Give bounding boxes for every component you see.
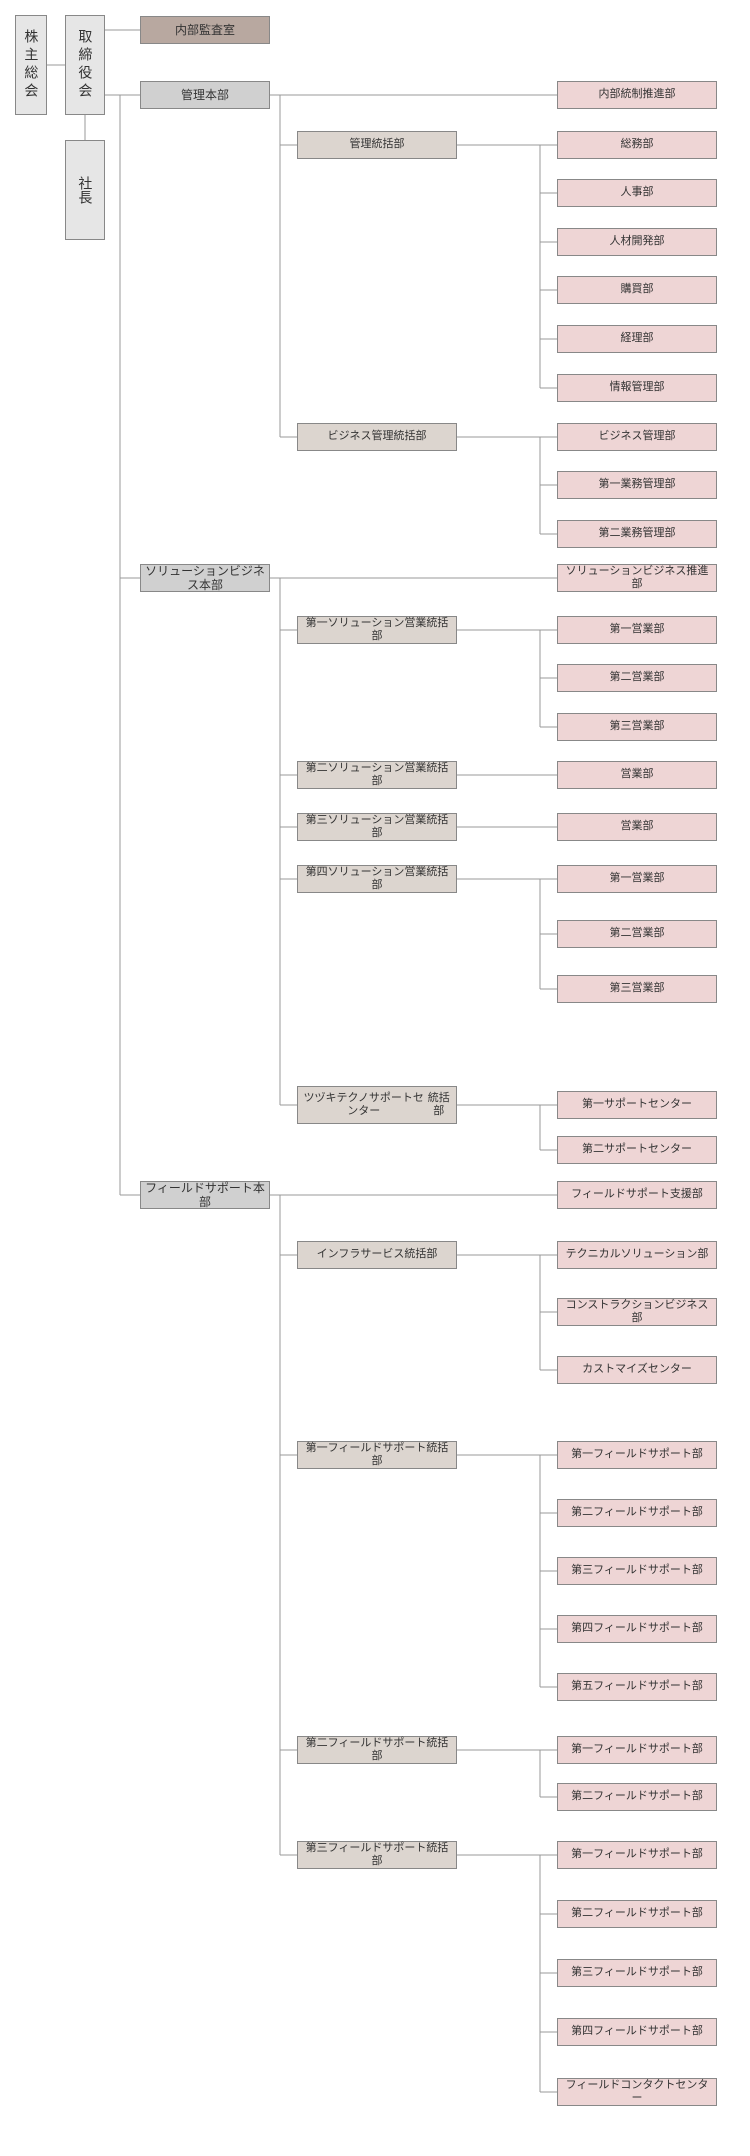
president-line2: 長 — [77, 190, 94, 204]
leaf-hr-development: 人材開発部 — [557, 228, 717, 256]
leaf-support-center1: 第一サポートセンター — [557, 1091, 717, 1119]
node-board-of-directors: 取締役会 — [65, 15, 105, 115]
node-field-support3-div: 第三フィールドサポート統括部 — [297, 1841, 457, 1869]
org-chart: 株主総会 取締役会 社 長 内部監査室 管理本部 ソリューションビジネス本部 フ… — [0, 0, 750, 2156]
node-solution3-div: 第三ソリューション営業統括部 — [297, 813, 457, 841]
tsuzuki-l1: ツヅキテクノサポートセンター — [302, 1092, 425, 1118]
leaf-info-mgmt: 情報管理部 — [557, 374, 717, 402]
leaf-sales2: 第二営業部 — [557, 664, 717, 692]
leaf-construction-biz: コンストラクションビジネス部 — [557, 1298, 717, 1326]
president-line1: 社 — [77, 176, 94, 190]
leaf-purchasing: 購買部 — [557, 276, 717, 304]
leaf-ops-mgmt1: 第一業務管理部 — [557, 471, 717, 499]
leaf-support-center2: 第二サポートセンター — [557, 1136, 717, 1164]
leaf-fs3-4: 第四フィールドサポート部 — [557, 2018, 717, 2046]
leaf-sol4-sales2: 第二営業部 — [557, 920, 717, 948]
leaf-ops-mgmt2: 第二業務管理部 — [557, 520, 717, 548]
leaf-fs2-1: 第一フィールドサポート部 — [557, 1736, 717, 1764]
tsuzuki-l2: 統括部 — [425, 1092, 452, 1118]
node-solution-hq: ソリューションビジネス本部 — [140, 564, 270, 592]
leaf-fs2-2: 第二フィールドサポート部 — [557, 1783, 717, 1811]
leaf-fs3-2: 第二フィールドサポート部 — [557, 1900, 717, 1928]
node-admin-general-div: 管理統括部 — [297, 131, 457, 159]
leaf-accounting: 経理部 — [557, 325, 717, 353]
leaf-fs1-2: 第二フィールドサポート部 — [557, 1499, 717, 1527]
leaf-biz-mgmt: ビジネス管理部 — [557, 423, 717, 451]
node-solution2-div: 第二ソリューション営業統括部 — [297, 761, 457, 789]
node-admin-hq: 管理本部 — [140, 81, 270, 109]
leaf-sol4-sales1: 第一営業部 — [557, 865, 717, 893]
leaf-sol2-sales: 営業部 — [557, 761, 717, 789]
node-solution1-div: 第一ソリューション営業統括部 — [297, 616, 457, 644]
node-field-support1-div: 第一フィールドサポート統括部 — [297, 1441, 457, 1469]
leaf-general-affairs: 総務部 — [557, 131, 717, 159]
leaf-fs1-5: 第五フィールドサポート部 — [557, 1673, 717, 1701]
node-field-hq: フィールドサポート本部 — [140, 1181, 270, 1209]
leaf-fs3-3: 第三フィールドサポート部 — [557, 1959, 717, 1987]
leaf-fs3-1: 第一フィールドサポート部 — [557, 1841, 717, 1869]
leaf-customize-center: カストマイズセンター — [557, 1356, 717, 1384]
connector-lines — [0, 0, 750, 2156]
leaf-tech-solution: テクニカルソリューション部 — [557, 1241, 717, 1269]
node-internal-audit: 内部監査室 — [140, 16, 270, 44]
node-infra-service-div: インフラサービス統括部 — [297, 1241, 457, 1269]
leaf-hr: 人事部 — [557, 179, 717, 207]
leaf-sol4-sales3: 第三営業部 — [557, 975, 717, 1003]
node-solution4-div: 第四ソリューション営業統括部 — [297, 865, 457, 893]
leaf-fs1-1: 第一フィールドサポート部 — [557, 1441, 717, 1469]
leaf-internal-control-promotion: 内部統制推進部 — [557, 81, 717, 109]
leaf-fs1-4: 第四フィールドサポート部 — [557, 1615, 717, 1643]
node-biz-admin-div: ビジネス管理統括部 — [297, 423, 457, 451]
node-tsuzuki-techno-div: ツヅキテクノサポートセンター 統括部 — [297, 1086, 457, 1124]
leaf-sol3-sales: 営業部 — [557, 813, 717, 841]
leaf-solution-biz-promo: ソリューションビジネス推進部 — [557, 564, 717, 592]
leaf-sales1: 第一営業部 — [557, 616, 717, 644]
leaf-sales3: 第三営業部 — [557, 713, 717, 741]
node-field-support2-div: 第二フィールドサポート統括部 — [297, 1736, 457, 1764]
node-shareholders-meeting: 株主総会 — [15, 15, 47, 115]
leaf-field-support-support: フィールドサポート支援部 — [557, 1181, 717, 1209]
node-president: 社 長 — [65, 140, 105, 240]
leaf-fs1-3: 第三フィールドサポート部 — [557, 1557, 717, 1585]
leaf-field-contact-center: フィールドコンタクトセンター — [557, 2078, 717, 2106]
